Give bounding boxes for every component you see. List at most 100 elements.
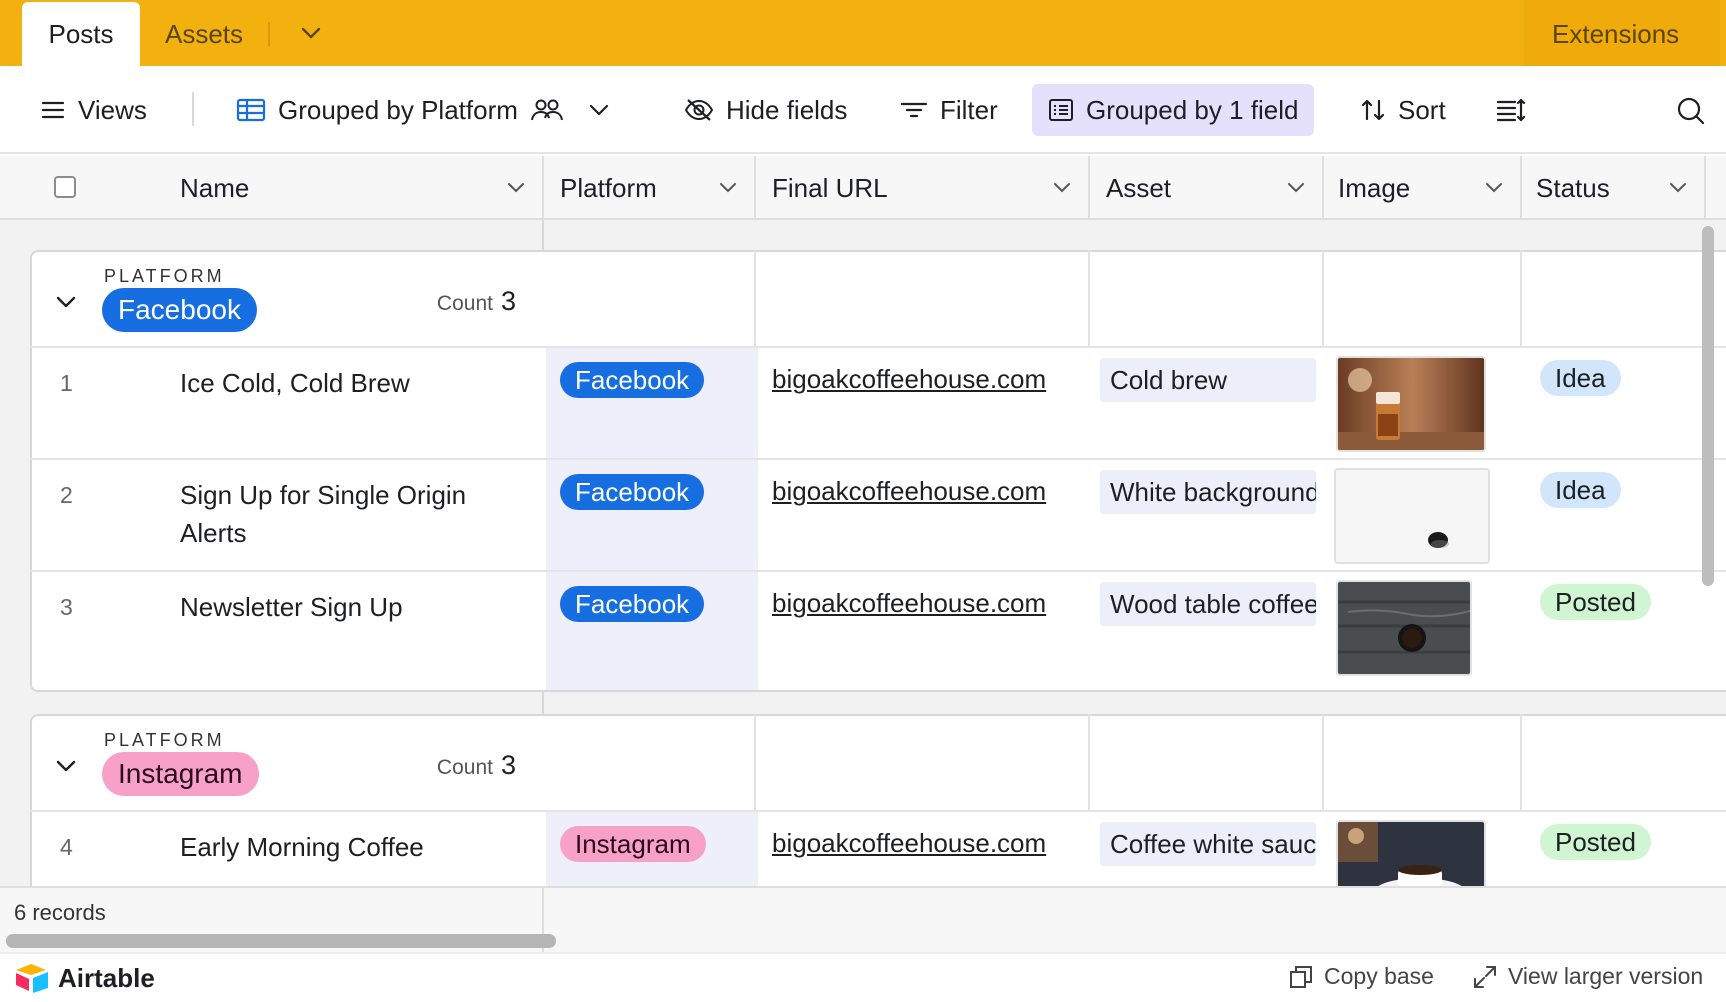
cell-final-url[interactable]: bigoakcoffeehouse.com — [772, 828, 1046, 859]
column-header-image[interactable]: Image — [1324, 156, 1522, 220]
group-count-label: Count — [436, 292, 493, 315]
collapse-chevron-icon[interactable] — [54, 754, 78, 778]
view-larger-button[interactable]: View larger version — [1472, 963, 1703, 990]
tab-posts-label: Posts — [48, 18, 114, 49]
cell-image-thumbnail[interactable] — [1336, 356, 1486, 452]
platform-pill: Instagram — [560, 826, 706, 862]
platform-pill: Facebook — [560, 362, 705, 398]
column-header-name[interactable]: Name — [0, 156, 544, 220]
airtable-logo[interactable]: Airtable — [14, 962, 155, 994]
group-button[interactable]: Grouped by 1 field — [1032, 84, 1315, 136]
collapse-chevron-icon[interactable] — [54, 290, 78, 314]
copy-base-button[interactable]: Copy base — [1288, 963, 1434, 990]
sort-icon — [1361, 99, 1385, 121]
cell-asset[interactable]: Coffee white saucer — [1100, 822, 1316, 866]
cell-image-thumbnail[interactable] — [1336, 820, 1486, 886]
copy-icon — [1290, 965, 1312, 988]
hide-fields-label: Hide fields — [726, 94, 848, 125]
cell-name[interactable]: Newsletter Sign Up — [180, 588, 520, 626]
cell-platform[interactable]: Facebook — [546, 348, 758, 458]
group-count: Count 3 — [437, 750, 516, 781]
cell-asset[interactable]: Cold brew — [1100, 358, 1316, 402]
column-header-status[interactable]: Status — [1522, 156, 1706, 220]
group-count-label: Count — [436, 756, 493, 779]
tab-divider — [268, 22, 270, 46]
wood-table-coffee-photo — [1338, 582, 1470, 674]
column-header-label: Image — [1338, 172, 1411, 203]
cell-name[interactable]: Ice Cold, Cold Brew — [180, 364, 520, 402]
filter-button[interactable]: Filter — [890, 84, 1008, 136]
brand-name: Airtable — [58, 962, 155, 993]
chevron-down-icon[interactable] — [506, 178, 526, 198]
column-header-row: Name Platform Final URL Asset Image Stat… — [0, 156, 1726, 220]
horizontal-scrollbar[interactable] — [6, 934, 556, 948]
chevron-down-icon[interactable] — [1484, 178, 1504, 198]
hide-fields-button[interactable]: Hide fields — [674, 84, 857, 136]
cell-platform[interactable]: Facebook — [546, 460, 758, 570]
expand-icon — [1474, 965, 1496, 988]
extensions-button[interactable]: Extensions — [1552, 14, 1679, 54]
view-larger-label: View larger version — [1508, 963, 1704, 989]
vertical-scrollbar[interactable] — [1702, 226, 1714, 586]
cell-platform[interactable]: Facebook — [546, 572, 758, 690]
status-badge: Posted — [1540, 824, 1651, 860]
cell-image-thumbnail[interactable] — [1334, 468, 1490, 564]
chevron-down-icon[interactable] — [718, 178, 738, 198]
group-count-value: 3 — [500, 750, 516, 780]
cell-platform[interactable]: Instagram — [546, 812, 758, 886]
group-count-value: 3 — [500, 286, 516, 316]
sort-label: Sort — [1398, 94, 1446, 125]
grid-view-icon — [236, 98, 266, 122]
group-value-pill: Instagram — [102, 752, 259, 796]
table-row[interactable]: 2 Sign Up for Single Origin Alerts Faceb… — [30, 458, 1726, 570]
column-header-label: Asset — [1106, 172, 1172, 203]
sort-button[interactable]: Sort — [1350, 84, 1456, 136]
platform-pill: Facebook — [560, 474, 705, 510]
toolbar-divider — [192, 92, 194, 126]
embed-footer: Airtable Copy base View larger version — [0, 952, 1726, 1002]
status-badge: Idea — [1540, 472, 1621, 508]
group-count: Count 3 — [437, 286, 516, 317]
filter-icon — [900, 102, 928, 118]
chevron-down-icon[interactable] — [1052, 178, 1072, 198]
column-header-platform[interactable]: Platform — [544, 156, 756, 220]
tab-assets[interactable]: Assets — [165, 14, 243, 54]
platform-pill: Facebook — [560, 586, 705, 622]
column-header-final-url[interactable]: Final URL — [756, 156, 1090, 220]
search-icon[interactable] — [1676, 96, 1706, 126]
cell-name[interactable]: Sign Up for Single Origin Alerts — [180, 476, 520, 552]
table-row[interactable]: 3 Newsletter Sign Up Facebook bigoakcoff… — [30, 570, 1726, 692]
view-switcher[interactable]: Grouped by Platform — [226, 84, 622, 136]
group-icon — [1049, 99, 1073, 121]
cell-final-url[interactable]: bigoakcoffeehouse.com — [772, 588, 1046, 619]
eye-off-icon — [684, 99, 714, 121]
table-row[interactable]: 1 Ice Cold, Cold Brew Facebook bigoakcof… — [30, 346, 1726, 458]
cell-image-thumbnail[interactable] — [1336, 580, 1472, 676]
status-badge: Posted — [1540, 584, 1651, 620]
hamburger-icon — [41, 101, 65, 119]
cell-asset[interactable]: White background — [1100, 470, 1316, 514]
row-height-button[interactable] — [1486, 84, 1536, 136]
views-button[interactable]: Views — [30, 84, 157, 136]
cell-asset[interactable]: Wood table coffee — [1100, 582, 1316, 626]
column-header-asset[interactable]: Asset — [1090, 156, 1324, 220]
record-count: 6 records — [14, 900, 106, 925]
table-row[interactable]: 4 Early Morning Coffee Instagram bigoakc… — [30, 810, 1726, 886]
cell-final-url[interactable]: bigoakcoffeehouse.com — [772, 364, 1046, 395]
group-value-pill: Facebook — [102, 288, 257, 332]
chevron-down-icon[interactable] — [1668, 178, 1688, 198]
chevron-down-icon[interactable] — [1286, 178, 1306, 198]
group-field-label: PLATFORM — [104, 730, 225, 750]
cell-name[interactable]: Early Morning Coffee — [180, 828, 520, 866]
row-number: 1 — [60, 370, 73, 396]
column-header-label: Name — [180, 172, 250, 203]
column-header-label: Platform — [560, 172, 657, 203]
chevron-down-icon[interactable] — [298, 20, 324, 46]
view-toolbar: Views Grouped by Platform Hide fields Fi… — [0, 66, 1726, 154]
iced-coffee-photo — [1338, 358, 1484, 450]
views-label: Views — [78, 94, 147, 125]
cell-final-url[interactable]: bigoakcoffeehouse.com — [772, 476, 1046, 507]
collaborative-users-icon — [530, 99, 563, 121]
copy-base-label: Copy base — [1324, 963, 1434, 989]
tab-posts[interactable]: Posts — [22, 2, 140, 66]
